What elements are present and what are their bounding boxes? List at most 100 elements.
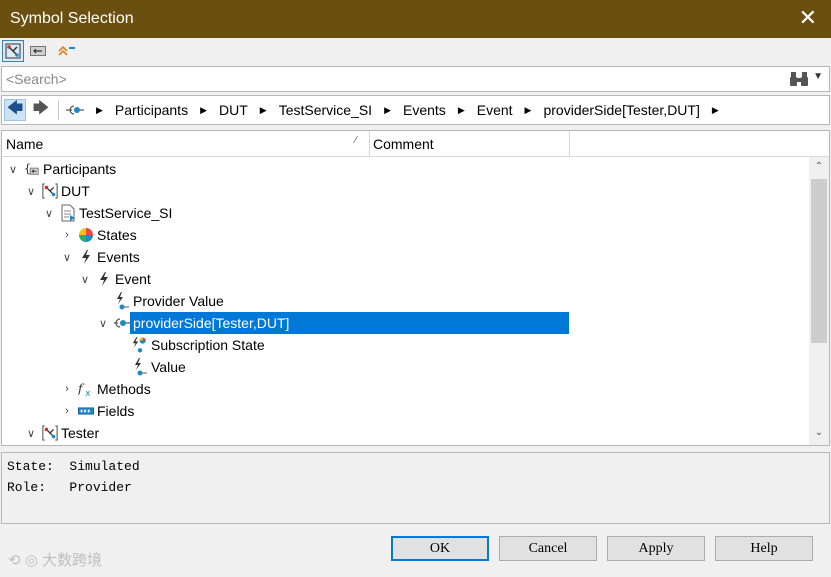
tree-row-provider-value[interactable]: Provider Value bbox=[114, 290, 224, 312]
collapse-all-button[interactable] bbox=[55, 40, 77, 62]
property-role: Role: Provider bbox=[7, 480, 132, 495]
tree-row-label: Fields bbox=[97, 403, 135, 419]
chevron-right-icon[interactable]: › bbox=[60, 229, 74, 241]
subscription-state-icon bbox=[132, 336, 148, 354]
breadcrumb: ▶ Participants ▶ DUT ▶ TestService_SI ▶ … bbox=[66, 102, 731, 118]
tree-row-states[interactable]: › States bbox=[60, 224, 137, 246]
chevron-down-icon[interactable]: ∨ bbox=[96, 317, 110, 330]
participant-view-icon bbox=[5, 43, 21, 59]
tree-row-event[interactable]: ∨ Event bbox=[78, 268, 151, 290]
tree-row-participants[interactable]: ∨ { Participants bbox=[6, 158, 116, 180]
breadcrumb-item[interactable]: providerSide[Tester,DUT] bbox=[543, 102, 699, 118]
column-divider[interactable] bbox=[569, 131, 570, 157]
search-input[interactable] bbox=[6, 70, 766, 88]
forward-button[interactable]: 🡆 bbox=[30, 99, 52, 121]
tree-row-label: Tester bbox=[61, 425, 100, 441]
chevron-right-icon[interactable]: › bbox=[60, 405, 74, 417]
chevron-right-icon[interactable]: ▶ bbox=[458, 105, 465, 116]
event-icon bbox=[96, 270, 112, 288]
scroll-up-icon[interactable]: ⌃ bbox=[809, 161, 829, 177]
interface-view-button[interactable] bbox=[27, 40, 49, 62]
search-box: ▼ bbox=[1, 66, 830, 92]
provider-side-icon[interactable] bbox=[66, 104, 84, 116]
tree-row-methods[interactable]: › fx Methods bbox=[60, 378, 151, 400]
tree-row-fields[interactable]: › Fields bbox=[60, 400, 134, 422]
column-name-header[interactable]: Name bbox=[6, 136, 43, 152]
participant-icon bbox=[42, 424, 58, 442]
participant-view-button[interactable] bbox=[2, 40, 24, 62]
fields-icon bbox=[78, 402, 94, 420]
breadcrumb-item[interactable]: Event bbox=[477, 102, 513, 118]
arrow-right-icon: 🡆 bbox=[32, 99, 50, 117]
provider-side-icon bbox=[114, 314, 130, 332]
help-button[interactable]: Help bbox=[715, 536, 813, 561]
column-header: Name ⁄ Comment bbox=[2, 131, 829, 157]
value-icon bbox=[114, 292, 130, 310]
close-icon[interactable]: ✕ bbox=[799, 7, 817, 29]
chevron-down-icon[interactable]: ∨ bbox=[42, 207, 56, 220]
events-icon bbox=[78, 248, 94, 266]
chevron-down-icon[interactable]: ∨ bbox=[24, 185, 38, 198]
chevron-down-icon[interactable]: ∨ bbox=[60, 251, 74, 264]
watermark-logo-icon: ⟲ ◎ bbox=[8, 552, 38, 569]
navigation-bar: 🡄 🡆 ▶ Participants ▶ DUT ▶ TestService_S… bbox=[1, 95, 830, 125]
cancel-button[interactable]: Cancel bbox=[499, 536, 597, 561]
tree-row-provider-side[interactable]: providerSide[Tester,DUT] bbox=[130, 312, 569, 334]
breadcrumb-item[interactable]: Participants bbox=[115, 102, 188, 118]
tree-row-provider-side-container: ∨ providerSide[Tester,DUT] bbox=[96, 312, 569, 334]
tree-row-label: Event bbox=[115, 271, 151, 287]
value-icon bbox=[132, 358, 148, 376]
states-icon bbox=[78, 226, 94, 244]
tree-row-label: States bbox=[97, 227, 137, 243]
tree-row-label: DUT bbox=[61, 183, 90, 199]
scrollbar-thumb[interactable] bbox=[811, 179, 827, 343]
chevron-right-icon[interactable]: › bbox=[60, 383, 74, 395]
tree-row-subscription-state[interactable]: Subscription State bbox=[132, 334, 265, 356]
chevron-right-icon[interactable]: ▶ bbox=[200, 105, 207, 116]
tree-row-value[interactable]: Value bbox=[132, 356, 186, 378]
property-state: State: Simulated bbox=[7, 459, 140, 474]
chevron-right-icon[interactable]: ▶ bbox=[384, 105, 391, 116]
chevron-right-icon[interactable]: ▶ bbox=[96, 105, 103, 116]
chevron-down-icon[interactable]: ∨ bbox=[24, 427, 38, 440]
window-title: Symbol Selection bbox=[10, 10, 134, 27]
chevron-right-icon[interactable]: ▶ bbox=[260, 105, 267, 116]
tree-row-events[interactable]: ∨ Events bbox=[60, 246, 140, 268]
chevron-right-icon[interactable]: ▶ bbox=[525, 105, 532, 116]
tree-row-label: Events bbox=[97, 249, 140, 265]
breadcrumb-item[interactable]: DUT bbox=[219, 102, 248, 118]
chevron-down-icon[interactable]: ∨ bbox=[6, 163, 20, 176]
column-divider[interactable] bbox=[369, 131, 370, 157]
tree-row-label: TestService_SI bbox=[79, 205, 173, 221]
vertical-scrollbar[interactable]: ⌃ ⌄ bbox=[809, 157, 829, 445]
tree-row-tester[interactable]: ∨ Tester bbox=[24, 422, 99, 444]
svg-text:f: f bbox=[78, 381, 85, 396]
scroll-down-icon[interactable]: ⌄ bbox=[809, 427, 829, 443]
collapse-all-icon bbox=[58, 45, 75, 56]
watermark: ⟲ ◎ 大数跨境 bbox=[8, 549, 102, 570]
toolbar bbox=[0, 38, 831, 64]
tree-row-dut[interactable]: ∨ DUT bbox=[24, 180, 90, 202]
back-button[interactable]: 🡄 bbox=[4, 99, 26, 121]
breadcrumb-item[interactable]: TestService_SI bbox=[279, 102, 372, 118]
binoculars-icon[interactable] bbox=[789, 70, 809, 88]
sort-indicator-icon: ⁄ bbox=[355, 135, 357, 146]
participants-icon: { bbox=[24, 160, 40, 178]
symbol-properties: State: Simulated Role: Provider bbox=[1, 452, 830, 524]
apply-button[interactable]: Apply bbox=[607, 536, 705, 561]
tree-row-label: Subscription State bbox=[151, 337, 265, 353]
tree-row-testservice-si[interactable]: ∨ TestService_SI bbox=[42, 202, 172, 224]
breadcrumb-item[interactable]: Events bbox=[403, 102, 446, 118]
methods-icon: fx bbox=[78, 380, 94, 398]
chevron-down-icon[interactable]: ∨ bbox=[78, 273, 92, 286]
search-dropdown-icon[interactable]: ▼ bbox=[813, 71, 823, 82]
watermark-text: 大数跨境 bbox=[42, 552, 103, 569]
ok-button[interactable]: OK bbox=[391, 536, 489, 561]
column-comment-header[interactable]: Comment bbox=[373, 136, 434, 152]
tree-row-label: Participants bbox=[43, 161, 117, 177]
participant-icon bbox=[42, 182, 58, 200]
chevron-right-icon[interactable]: ▶ bbox=[712, 105, 719, 116]
tree-row-label: Value bbox=[151, 359, 186, 375]
tree-row-label: providerSide[Tester,DUT] bbox=[133, 315, 290, 331]
title-bar: Symbol Selection ✕ bbox=[0, 0, 831, 38]
